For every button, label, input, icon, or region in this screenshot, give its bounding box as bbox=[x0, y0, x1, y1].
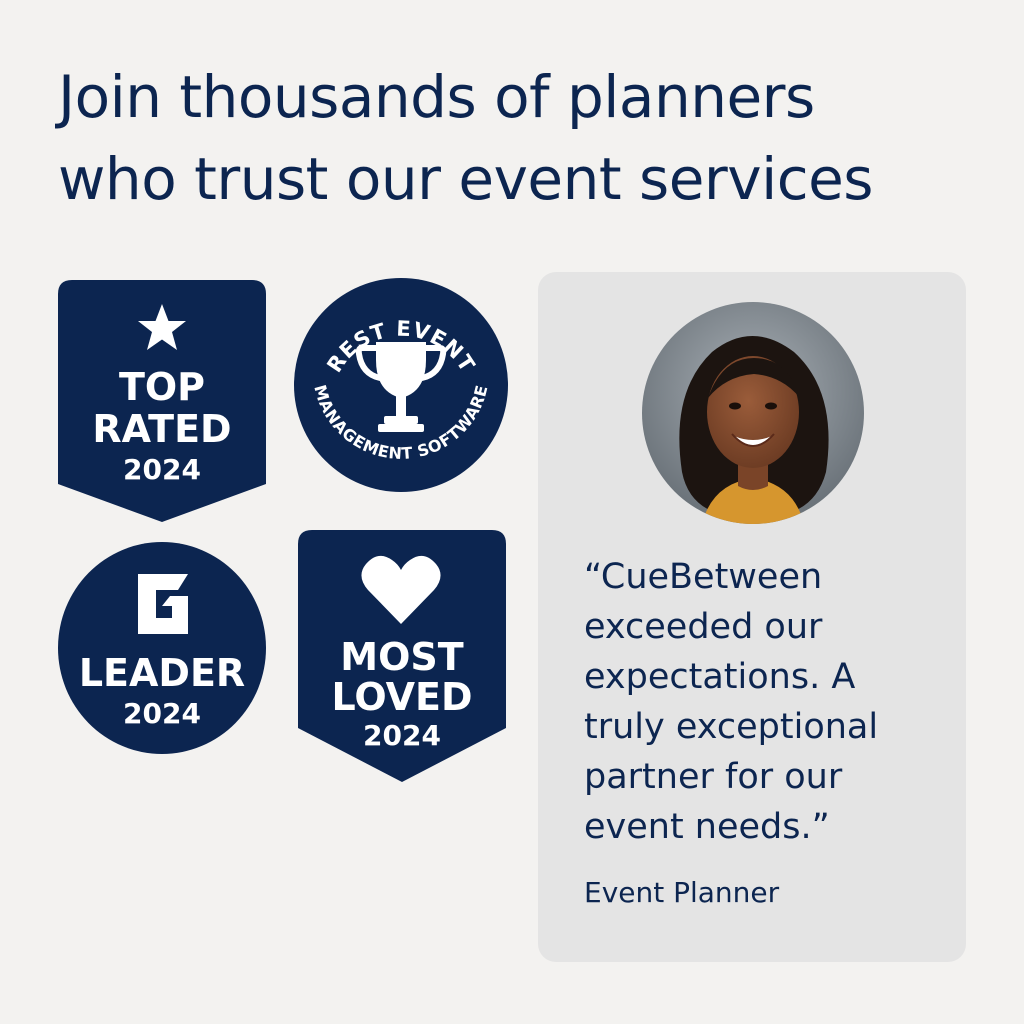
top-rated-line-1: TOP bbox=[118, 365, 206, 409]
quote-line: “CueBetween bbox=[584, 557, 823, 597]
most-loved-year: 2024 bbox=[363, 719, 441, 752]
badge-event-management-shape: REST EVENT MANAGEMENT SOFTWARE bbox=[294, 278, 508, 492]
leader-label: LEADER bbox=[78, 651, 246, 695]
badge-event-management: REST EVENT MANAGEMENT SOFTWARE bbox=[292, 276, 510, 494]
badge-top-rated: TOP RATED 2024 bbox=[58, 280, 266, 522]
top-rated-line-2: RATED bbox=[92, 407, 232, 451]
most-loved-line-1: MOST bbox=[340, 635, 464, 679]
headline-line-1: Join thousands of planners bbox=[58, 63, 815, 131]
g-logo bbox=[138, 574, 188, 634]
heart-icon bbox=[361, 555, 441, 624]
top-rated-year: 2024 bbox=[123, 453, 201, 486]
avatar-photo bbox=[642, 302, 864, 524]
leader-year: 2024 bbox=[123, 697, 201, 730]
testimonial-quote: “CueBetween exceeded our expectations. A… bbox=[584, 552, 954, 852]
badge-leader: LEADER 2024 bbox=[58, 542, 266, 754]
quote-line: truly exceptional bbox=[584, 707, 879, 747]
quote-line: exceeded our bbox=[584, 607, 823, 647]
avatar bbox=[642, 302, 864, 524]
testimonial-card: “CueBetween exceeded our expectations. A… bbox=[538, 272, 966, 962]
headline-line-2: who trust our event services bbox=[58, 145, 874, 213]
quote-line: partner for our bbox=[584, 757, 843, 797]
quote-line: event needs.” bbox=[584, 807, 830, 847]
most-loved-line-2: LOVED bbox=[331, 675, 473, 719]
headline: Join thousands of planners who trust our… bbox=[58, 56, 978, 220]
quote-line: expectations. A bbox=[584, 657, 856, 697]
testimonial-author: Event Planner bbox=[584, 876, 780, 909]
badge-most-loved: MOST LOVED 2024 bbox=[298, 530, 506, 782]
star-icon bbox=[138, 304, 186, 350]
